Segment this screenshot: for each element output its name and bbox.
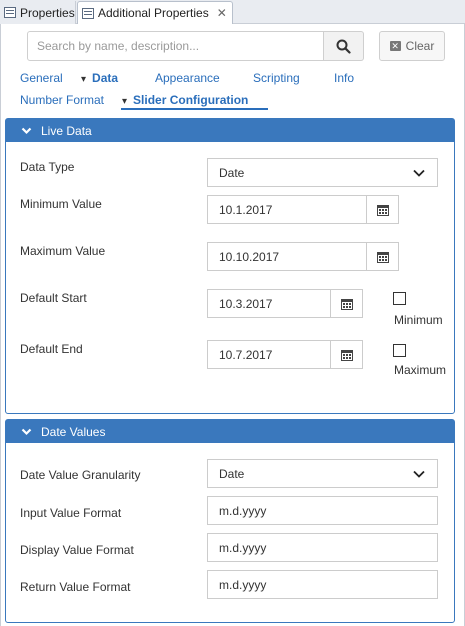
input-value-format-text: m.d.yyyy [219, 503, 267, 518]
return-value-format-input[interactable]: m.d.yyyy [207, 570, 438, 599]
chevron-down-icon [413, 470, 425, 478]
tab-additional-properties-label: Additional Properties [98, 6, 209, 20]
date-value-granularity-value: Date [219, 466, 245, 481]
tab-info-label: Info [334, 71, 355, 85]
date-values-panel-header[interactable]: Date Values [6, 420, 454, 443]
return-value-format-text: m.d.yyyy [219, 577, 267, 592]
tab-general-label: General [20, 71, 63, 85]
tab-slider-configuration[interactable]: ▾ Slider Configuration [122, 93, 248, 107]
tab-properties[interactable]: Properties [0, 1, 76, 24]
live-data-title: Live Data [41, 123, 92, 138]
tab-appearance[interactable]: Appearance [155, 71, 220, 85]
tab-scripting[interactable]: Scripting [253, 71, 300, 85]
default-end-input[interactable]: 10.7.2017 [207, 340, 331, 369]
maximum-value-input[interactable]: 10.10.2017 [207, 242, 367, 271]
calendar-icon [376, 251, 389, 263]
chevron-down-icon: ▾ [81, 74, 87, 85]
tab-scripting-label: Scripting [253, 71, 300, 85]
default-end-calendar-button[interactable] [330, 340, 363, 369]
maximum-value-text: 10.10.2017 [219, 249, 280, 264]
tab-appearance-label: Appearance [155, 71, 220, 85]
calendar-icon [340, 349, 353, 361]
chevron-down-icon: ▾ [122, 96, 128, 107]
minimum-value-input[interactable]: 10.1.2017 [207, 195, 367, 224]
clear-button-label: Clear [405, 39, 435, 53]
minimum-checkbox-label: Minimum [394, 313, 443, 327]
chevron-down-icon [21, 127, 32, 135]
default-end-text: 10.7.2017 [219, 347, 273, 362]
display-value-format-text: m.d.yyyy [219, 540, 267, 555]
chevron-down-icon [21, 428, 32, 436]
default-start-label: Default Start [20, 291, 87, 305]
return-value-format-label: Return Value Format [20, 580, 131, 594]
properties-view-icon [4, 7, 16, 18]
default-start-text: 10.3.2017 [219, 296, 273, 311]
date-value-granularity-select[interactable]: Date [207, 459, 438, 488]
minimum-value-text: 10.1.2017 [219, 202, 273, 217]
tab-general[interactable]: General [20, 71, 63, 85]
data-type-select[interactable]: Date [207, 158, 438, 187]
tab-number-format[interactable]: Number Format [20, 93, 104, 107]
maximum-checkbox[interactable] [393, 344, 406, 357]
close-icon[interactable]: ✕ [217, 6, 227, 20]
active-tab-underline [121, 108, 268, 110]
search-icon [336, 39, 351, 54]
search-input[interactable] [27, 31, 324, 61]
minimum-value-calendar-button[interactable] [366, 195, 399, 224]
tab-info[interactable]: Info [334, 71, 354, 85]
display-value-format-input[interactable]: m.d.yyyy [207, 533, 438, 562]
tab-slider-configuration-label: Slider Configuration [133, 93, 249, 107]
search-button[interactable] [324, 31, 364, 61]
maximum-value-calendar-button[interactable] [366, 242, 399, 271]
input-value-format-label: Input Value Format [20, 506, 122, 520]
minimum-value-label: Minimum Value [20, 197, 102, 211]
default-end-label: Default End [20, 342, 83, 356]
clear-button[interactable]: ✕ Clear [379, 31, 445, 61]
chevron-down-icon [413, 169, 425, 177]
calendar-icon [376, 204, 389, 216]
tab-data-label: Data [92, 71, 119, 85]
data-type-label: Data Type [20, 160, 75, 174]
display-value-format-label: Display Value Format [20, 543, 134, 557]
properties-view-icon [82, 7, 94, 19]
tab-data[interactable]: ▾ Data [81, 71, 118, 85]
default-start-calendar-button[interactable] [330, 289, 363, 318]
date-value-granularity-label: Date Value Granularity [20, 468, 141, 482]
tab-properties-label: Properties [20, 5, 75, 20]
clear-icon: ✕ [389, 41, 401, 51]
view-tab-strip: Properties Additional Properties ✕ [0, 0, 465, 24]
data-type-value: Date [219, 165, 245, 180]
maximum-checkbox-label: Maximum [394, 363, 447, 377]
input-value-format-input[interactable]: m.d.yyyy [207, 496, 438, 525]
calendar-icon [340, 298, 353, 310]
date-values-title: Date Values [41, 424, 106, 439]
tab-additional-properties[interactable]: Additional Properties ✕ [77, 1, 233, 24]
tab-number-format-label: Number Format [20, 93, 105, 107]
live-data-panel-header[interactable]: Live Data [6, 119, 454, 142]
default-start-input[interactable]: 10.3.2017 [207, 289, 331, 318]
minimum-checkbox[interactable] [393, 292, 406, 305]
maximum-value-label: Maximum Value [20, 244, 106, 258]
